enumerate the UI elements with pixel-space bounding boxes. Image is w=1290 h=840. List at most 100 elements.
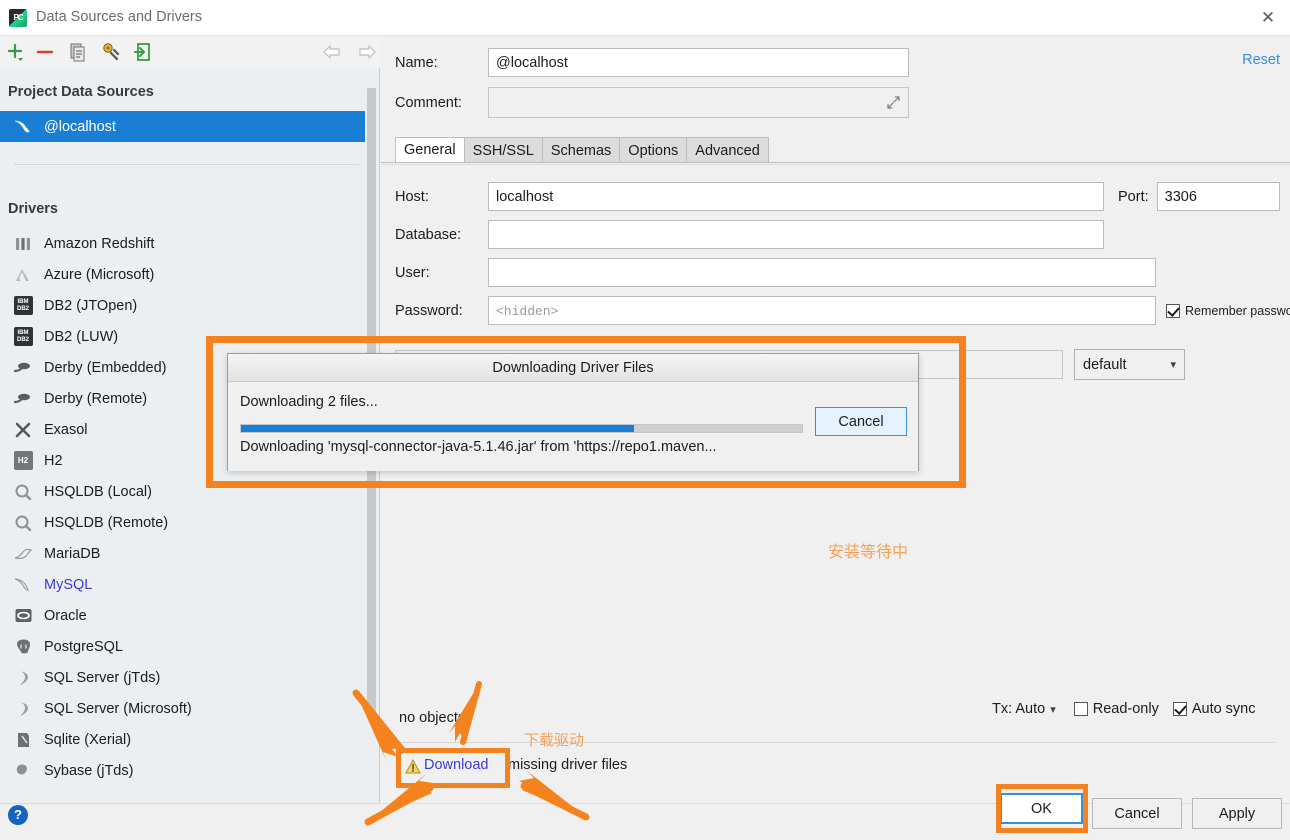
download-progress-bar: [240, 424, 803, 433]
left-toolbar: [0, 36, 380, 68]
driver-item-mysql[interactable]: MySQL: [0, 569, 365, 600]
redshift-icon: [12, 233, 34, 255]
comment-row: Comment:: [395, 87, 909, 118]
tab-options[interactable]: Options: [619, 137, 688, 163]
driver-item-sqlserver-jtds[interactable]: SQL Server (jTds): [0, 662, 365, 693]
password-input[interactable]: [488, 296, 1156, 325]
pycharm-icon: PC: [9, 9, 27, 27]
remember-password-checkbox[interactable]: Remember password: [1166, 303, 1290, 318]
checkbox-box: [1166, 303, 1180, 318]
data-source-label: @localhost: [44, 118, 116, 135]
no-objects-text: no objects: [399, 710, 466, 726]
tab-schemas[interactable]: Schemas: [541, 137, 621, 163]
password-row: Password: Remember password: [395, 296, 1290, 325]
driver-item-hsqldb-local[interactable]: HSQLDB (Local): [0, 476, 365, 507]
auto-sync-label: Auto sync: [1191, 701, 1256, 717]
copy-button[interactable]: [66, 40, 90, 64]
dialog-cancel-button[interactable]: Cancel: [815, 407, 907, 436]
driver-item-postgresql[interactable]: PostgreSQL: [0, 631, 365, 662]
driver-label: MariaDB: [44, 545, 101, 562]
driver-item-amazon-redshift[interactable]: Amazon Redshift: [0, 228, 365, 259]
driver-select[interactable]: default ▾: [1074, 349, 1185, 380]
download-link[interactable]: Download: [424, 757, 489, 773]
driver-label: HSQLDB (Local): [44, 483, 152, 500]
settings-tabs: General SSH/SSL Schemas Options Advanced: [395, 136, 769, 163]
driver-properties-button[interactable]: [99, 40, 123, 64]
driver-item-azure-microsoft[interactable]: Azure (Microsoft): [0, 259, 365, 290]
chevron-down-icon: ▾: [1170, 359, 1176, 371]
user-input[interactable]: [488, 258, 1156, 287]
hsqldb-icon: [12, 481, 34, 503]
driver-label: SQL Server (Microsoft): [44, 700, 192, 717]
derby-icon: [12, 388, 34, 410]
panel-divider: [14, 164, 359, 165]
dialog-detail-line: Downloading 'mysql-connector-java-5.1.46…: [240, 439, 717, 455]
expand-icon[interactable]: [887, 96, 901, 110]
download-progress-fill: [241, 425, 634, 432]
driver-label: Exasol: [44, 421, 88, 438]
port-input[interactable]: [1156, 182, 1280, 211]
database-label: Database:: [395, 226, 462, 243]
cancel-button[interactable]: Cancel: [1092, 798, 1182, 829]
dialog-body: Downloading 2 files... Downloading 'mysq…: [228, 382, 918, 471]
driver-item-oracle[interactable]: Oracle: [0, 600, 365, 631]
remember-password-label: Remember password: [1185, 303, 1290, 318]
password-label: Password:: [395, 302, 463, 319]
host-input[interactable]: [488, 182, 1104, 211]
driver-item-db2-jtopen[interactable]: IBM DB2 DB2 (JTOpen): [0, 290, 365, 321]
database-input[interactable]: [488, 220, 1104, 249]
add-button[interactable]: [4, 40, 28, 64]
bottom-right-controls: Tx: Auto ▾ Read-only Auto sync: [992, 701, 1256, 717]
mysql-dolphin-icon: [12, 574, 34, 596]
checkbox-box: [1172, 702, 1187, 716]
tab-underline-shadow: [381, 164, 1290, 165]
ok-button[interactable]: OK: [1000, 793, 1083, 824]
driver-item-mariadb[interactable]: MariaDB: [0, 538, 365, 569]
driver-label: Derby (Embedded): [44, 359, 167, 376]
driver-label: SQL Server (jTds): [44, 669, 161, 686]
read-only-checkbox[interactable]: Read-only: [1073, 701, 1159, 717]
driver-item-sqlserver-microsoft[interactable]: SQL Server (Microsoft): [0, 693, 365, 724]
driver-label: HSQLDB (Remote): [44, 514, 169, 531]
data-source-item-localhost[interactable]: @localhost: [0, 111, 365, 142]
driver-label: PostgreSQL: [44, 638, 123, 655]
tab-advanced[interactable]: Advanced: [686, 137, 769, 163]
forward-arrow[interactable]: [356, 42, 378, 62]
driver-item-sqlite-xerial[interactable]: Sqlite (Xerial): [0, 724, 365, 755]
host-row: Host: Port:: [395, 182, 1280, 211]
apply-button[interactable]: Apply: [1192, 798, 1282, 829]
import-button[interactable]: [131, 40, 155, 64]
exasol-icon: [12, 419, 34, 441]
name-label: Name:: [395, 54, 438, 71]
driver-item-hsqldb-remote[interactable]: HSQLDB (Remote): [0, 507, 365, 538]
back-arrow[interactable]: [321, 42, 343, 62]
reset-link[interactable]: Reset: [1242, 52, 1280, 68]
driver-label: Amazon Redshift: [44, 235, 155, 252]
sqlserver-icon: [12, 667, 34, 689]
tab-underline: [381, 162, 1290, 163]
azure-icon: [12, 264, 34, 286]
read-only-label: Read-only: [1092, 701, 1159, 717]
warning-triangle-icon: [404, 758, 422, 776]
name-input[interactable]: [488, 48, 909, 77]
download-rest-text: missing driver files: [508, 757, 628, 773]
close-icon[interactable]: ✕: [1256, 7, 1280, 29]
sqlserver-icon: [12, 698, 34, 720]
tx-select[interactable]: Tx: Auto ▾: [992, 701, 1056, 717]
remove-button[interactable]: [33, 40, 57, 64]
driver-label: Azure (Microsoft): [44, 266, 155, 283]
auto-sync-checkbox[interactable]: Auto sync: [1172, 701, 1256, 717]
downloading-driver-files-dialog: Downloading Driver Files Downloading 2 f…: [227, 353, 919, 471]
driver-label: Oracle: [44, 607, 87, 624]
comment-input[interactable]: [488, 87, 909, 118]
checkbox-box: [1073, 702, 1088, 716]
data-sources-and-drivers-window: PC Data Sources and Drivers ✕ Project Da…: [0, 0, 1290, 840]
tab-general[interactable]: General: [395, 137, 465, 163]
tab-ssh-ssl[interactable]: SSH/SSL: [463, 137, 543, 163]
title-bar: PC Data Sources and Drivers ✕: [0, 0, 1290, 36]
driver-item-db2-luw[interactable]: IBM DB2 DB2 (LUW): [0, 321, 365, 352]
db2-icon: IBM DB2: [12, 295, 34, 317]
driver-item-sybase-jtds[interactable]: Sybase (jTds): [0, 755, 365, 786]
help-icon[interactable]: ?: [8, 805, 28, 825]
driver-label: Sqlite (Xerial): [44, 731, 132, 748]
